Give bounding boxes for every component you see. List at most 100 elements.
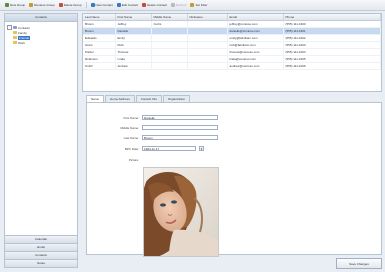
edit-contact-label: Edit Contact [121, 3, 139, 7]
table-cell: Robinson [83, 55, 116, 63]
table-cell: (555) 111-0106 [283, 62, 381, 70]
table-cell [187, 41, 228, 49]
table-cell [151, 27, 188, 35]
table-row[interactable]: Smith Andrew andrew@contoso.com (555) 111-0… [83, 62, 381, 70]
table-cell: Brown [83, 27, 116, 35]
table-cell: Grant [83, 41, 116, 49]
last-name-label: Last Name: [123, 135, 139, 140]
folder-icon [13, 36, 17, 39]
middle-name-row: Middle Name: [87, 125, 218, 130]
toolbar-divider [85, 2, 87, 8]
group-tree: − Contacts Family Friends Work [5, 22, 77, 45]
collapse-icon[interactable]: − [7, 25, 12, 30]
table-cell: Linda [115, 55, 152, 63]
pane-tab-contacts[interactable]: Contacts [5, 251, 77, 259]
delete-contact-label: Delete Contact [147, 3, 167, 7]
table-row[interactable]: Robinson Linda linda@contoso.com (555) 111-… [83, 55, 381, 63]
table-cell: (555) 111-0100 [283, 20, 381, 28]
tab-name[interactable]: Name [86, 95, 105, 102]
table-cell: ruth@fabrikam.com [227, 41, 284, 49]
picture-row: Picture: [87, 157, 142, 162]
table-row[interactable]: Grant Ruth ruth@fabrikam.com (555) 111-0103 [83, 41, 381, 49]
table-cell: (555) 111-0102 [283, 34, 381, 42]
pane-tab-notes[interactable]: Notes [5, 259, 77, 267]
table-cell: Andrew [115, 62, 152, 70]
pane-tab-calendar[interactable]: Calendar [5, 235, 77, 243]
first-name-row: First Name: Danielle [87, 115, 218, 120]
edit-icon [116, 3, 121, 7]
table-row[interactable]: Edwards Emily emily@fabrikam.com (555) 111-… [83, 34, 381, 42]
contacts-table: Last Name First Name Middle Name Nicknam… [83, 14, 381, 70]
first-name-field[interactable]: Danielle [142, 115, 218, 120]
delete-group-label: Delete Group [63, 3, 82, 7]
contacts-grid: Last Name First Name Middle Name Nicknam… [82, 13, 382, 92]
table-row[interactable]: Parker Thomas thomas@contoso.com (555) 111-… [83, 48, 381, 56]
new-group-label: New Group [10, 3, 26, 7]
rename-group-button[interactable]: Rename Group [29, 2, 55, 9]
tab-contact-info[interactable]: Contact Info [135, 95, 162, 102]
table-cell [151, 48, 188, 56]
table-cell [187, 20, 228, 28]
refresh-icon [170, 3, 175, 7]
rename-group-label: Rename Group [34, 3, 55, 7]
table-cell: jeffrey@contoso.com [227, 20, 284, 28]
table-cell [187, 27, 228, 35]
set-filter-label: Set Filter [195, 3, 208, 7]
table-cell: linda@contoso.com [227, 55, 284, 63]
set-filter-button[interactable]: Set Filter [190, 2, 207, 9]
table-cell: Edwards [83, 34, 116, 42]
rename-icon [29, 3, 34, 7]
table-cell: (555) 111-0101 [283, 27, 381, 35]
birth-date-field[interactable]: 1984-11-17 [142, 146, 196, 151]
add-contact-icon [90, 3, 95, 7]
table-cell [187, 55, 228, 63]
first-name-label: First Name: [123, 115, 139, 120]
table-cell [151, 62, 188, 70]
edit-contact-button[interactable]: Edit Contact [116, 2, 139, 9]
table-cell: emily@fabrikam.com [227, 34, 284, 42]
pane-title: Contacts [5, 14, 77, 22]
table-cell: Emily [115, 34, 152, 42]
delete-group-icon [58, 3, 63, 7]
table-cell: Danielle [115, 27, 152, 35]
add-group-icon [5, 3, 9, 7]
new-contact-label: New Contact [95, 3, 113, 7]
table-cell [151, 55, 188, 63]
refresh-label: Refresh [175, 3, 187, 7]
navigation-pane: Contacts − Contacts Family Friends Work C… [4, 13, 78, 268]
delete-group-button[interactable]: Delete Group [58, 2, 82, 9]
table-cell: Parker [83, 48, 116, 56]
table-cell: (555) 111-0104 [283, 48, 381, 56]
table-cell: Ruth [115, 41, 152, 49]
table-row-selected[interactable]: Brown Danielle danielle@contoso.com (555) 1… [83, 27, 381, 35]
tab-organization[interactable]: Organization [162, 95, 190, 102]
save-changes-button[interactable]: Save Changes [336, 258, 382, 269]
new-contact-button[interactable]: New Contact [90, 2, 113, 9]
new-group-button[interactable]: New Group [5, 2, 25, 9]
table-cell [151, 34, 188, 42]
table-cell: Smith [83, 62, 116, 70]
portrait-image [144, 168, 218, 256]
table-row[interactable]: Brown Jeffrey Curtis jeffrey@contoso.com (55… [83, 20, 381, 28]
table-cell: (555) 111-0103 [283, 41, 381, 49]
calendar-picker-button[interactable]: ▾ [199, 146, 204, 151]
refresh-button[interactable]: Refresh [170, 2, 187, 9]
last-name-row: Last Name: Brown [87, 135, 218, 140]
birth-date-label: Birth Date: [124, 146, 139, 151]
contact-photo[interactable] [143, 167, 219, 257]
pane-switcher: Calendar Email Contacts Notes [5, 235, 77, 267]
table-cell: (555) 111-0105 [283, 55, 381, 63]
last-name-field[interactable]: Brown [142, 135, 218, 140]
tab-home-address[interactable]: Home Address [105, 95, 135, 102]
middle-name-field[interactable] [142, 125, 218, 130]
delete-contact-button[interactable]: Delete Contact [142, 2, 167, 9]
table-cell: danielle@contoso.com [227, 27, 284, 35]
tree-item-work[interactable]: Work [7, 40, 77, 45]
folder-icon [13, 31, 17, 34]
table-cell: Curtis [151, 20, 188, 28]
birth-date-row: Birth Date: 1984-11-17 ▾ [87, 146, 204, 151]
tree-item-label: Friends [18, 35, 31, 40]
table-cell: Thomas [115, 48, 152, 56]
contacts-icon [13, 26, 17, 29]
pane-tab-email[interactable]: Email [5, 243, 77, 251]
